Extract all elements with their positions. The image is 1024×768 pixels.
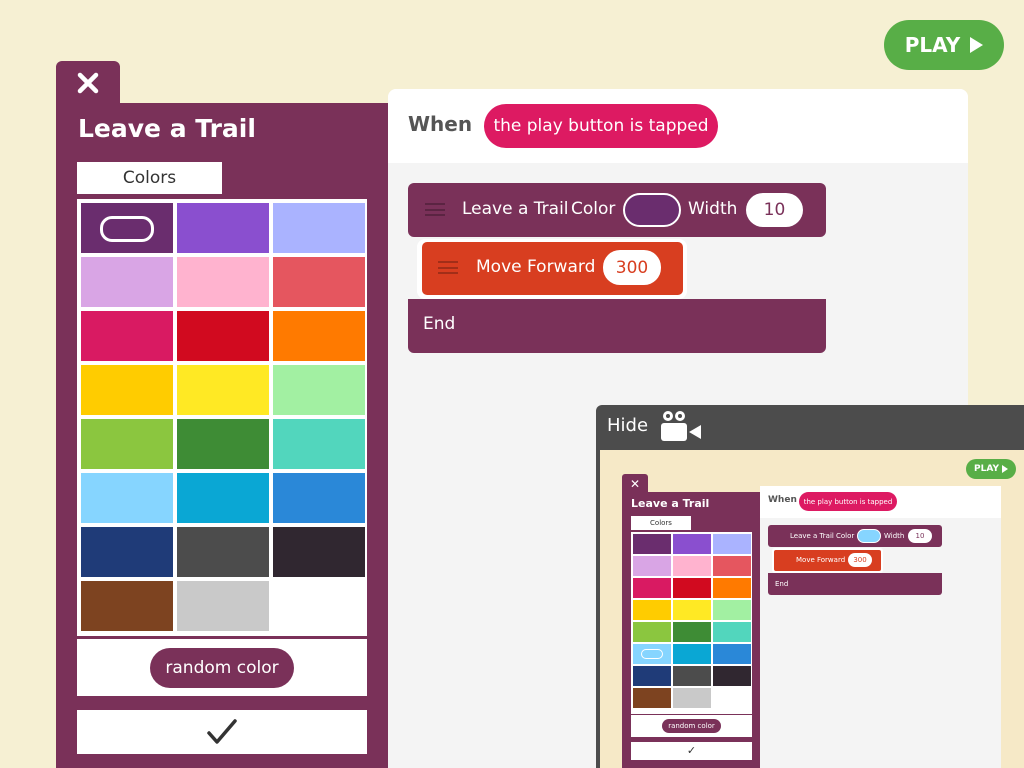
preview-color-swatch [633, 644, 671, 664]
color-swatch[interactable] [273, 257, 365, 307]
preview-color-swatch [713, 622, 751, 642]
drag-handle-icon[interactable] [425, 203, 445, 216]
preview-color-swatch [633, 578, 671, 598]
preview-end-block [768, 573, 942, 595]
trail-block-label: Leave a Trail [462, 199, 569, 219]
preview-random-button: random color [662, 719, 721, 733]
preview-color-swatch [713, 688, 751, 708]
preview-play-label: PLAY [974, 464, 999, 474]
preview-color-swatch [713, 534, 751, 554]
random-color-button[interactable]: random color [150, 647, 294, 688]
preview-color-swatch [633, 688, 671, 708]
color-swatch[interactable] [81, 419, 173, 469]
preview-color-swatch [633, 556, 671, 576]
color-swatch[interactable] [81, 257, 173, 307]
preview-when-label: When [768, 495, 797, 505]
random-color-area: random color [77, 639, 367, 696]
preview-end-label: End [775, 580, 789, 588]
color-swatch[interactable] [81, 365, 173, 415]
color-swatch[interactable] [177, 365, 269, 415]
close-button[interactable] [56, 61, 120, 105]
color-swatch[interactable] [81, 527, 173, 577]
color-swatch[interactable] [273, 311, 365, 361]
color-swatch[interactable] [177, 257, 269, 307]
drag-handle-icon[interactable] [438, 261, 458, 274]
move-block-label: Move Forward [476, 257, 596, 277]
preview-color-swatch [713, 644, 751, 664]
video-camera-icon[interactable] [660, 410, 704, 444]
preview-color-swatch [633, 600, 671, 620]
preview-play-button: PLAY [966, 459, 1016, 479]
preview-width-value: 10 [908, 529, 932, 543]
width-value-input[interactable]: 10 [746, 193, 803, 227]
color-swatch[interactable] [81, 473, 173, 523]
preview-color-swatch [713, 578, 751, 598]
preview-color-swatch [713, 600, 751, 620]
preview-color-swatch [673, 644, 711, 664]
preview-color-swatch [673, 666, 711, 686]
color-swatch[interactable] [273, 527, 365, 577]
confirm-button[interactable] [77, 710, 367, 754]
color-swatch[interactable] [81, 581, 173, 631]
when-label: When [408, 112, 473, 136]
preview-trigger-pill: the play button is tapped [799, 492, 897, 511]
color-label: Color [571, 199, 616, 219]
color-swatch[interactable] [81, 311, 173, 361]
color-swatch[interactable] [177, 311, 269, 361]
color-swatch[interactable] [177, 473, 269, 523]
end-block [408, 299, 826, 353]
preview-trail-label: Leave a Trail [790, 532, 834, 540]
preview-close-icon: ✕ [622, 474, 648, 494]
hide-button[interactable]: Hide [607, 415, 648, 436]
preview-tab-colors: Colors [631, 516, 691, 530]
preview-color-swatch [713, 666, 751, 686]
color-value-pill[interactable] [623, 193, 681, 227]
preview-color-swatch [673, 600, 711, 620]
preview-color-label: Color [836, 532, 855, 540]
color-swatch[interactable] [273, 419, 365, 469]
color-swatch-grid [77, 199, 367, 636]
play-button[interactable]: PLAY [884, 20, 1004, 70]
preview-color-swatch [633, 534, 671, 554]
color-swatch[interactable] [273, 581, 365, 631]
play-icon [970, 37, 984, 53]
preview-move-value: 300 [848, 553, 872, 567]
preview-play-icon [1001, 465, 1008, 473]
preview-random-area: random color [631, 715, 752, 737]
checkmark-icon [207, 719, 237, 744]
preview-swatch-grid [631, 532, 752, 714]
color-swatch[interactable] [273, 365, 365, 415]
end-label: End [423, 314, 456, 334]
color-swatch[interactable] [177, 527, 269, 577]
stage-preview[interactable]: PLAY ✕ Leave a Trail Colors random color… [600, 450, 1024, 768]
play-button-label: PLAY [904, 33, 961, 57]
color-swatch[interactable] [273, 203, 365, 253]
preview-color-swatch [673, 556, 711, 576]
color-swatch[interactable] [177, 203, 269, 253]
trigger-pill[interactable]: the play button is tapped [484, 104, 718, 148]
preview-color-swatch [673, 688, 711, 708]
tab-colors[interactable]: Colors [77, 162, 222, 194]
preview-color-swatch [633, 666, 671, 686]
color-swatch[interactable] [177, 581, 269, 631]
preview-color-swatch [633, 622, 671, 642]
close-icon [77, 72, 99, 94]
preview-color-swatch [673, 622, 711, 642]
move-distance-input[interactable]: 300 [603, 250, 661, 285]
width-label: Width [688, 199, 738, 219]
preview-color-swatch [673, 578, 711, 598]
preview-color-swatch [713, 556, 751, 576]
preview-selected-ring [641, 649, 663, 659]
preview-width-label: Width [884, 532, 905, 540]
color-swatch[interactable] [81, 203, 173, 253]
panel-title: Leave a Trail [78, 114, 256, 143]
color-swatch[interactable] [273, 473, 365, 523]
preview-checkmark-icon: ✓ [631, 742, 752, 760]
preview-color-pill [857, 529, 881, 543]
preview-panel-title: Leave a Trail [631, 497, 710, 510]
preview-move-label: Move Forward [796, 556, 846, 564]
color-swatch[interactable] [177, 419, 269, 469]
preview-color-swatch [673, 534, 711, 554]
